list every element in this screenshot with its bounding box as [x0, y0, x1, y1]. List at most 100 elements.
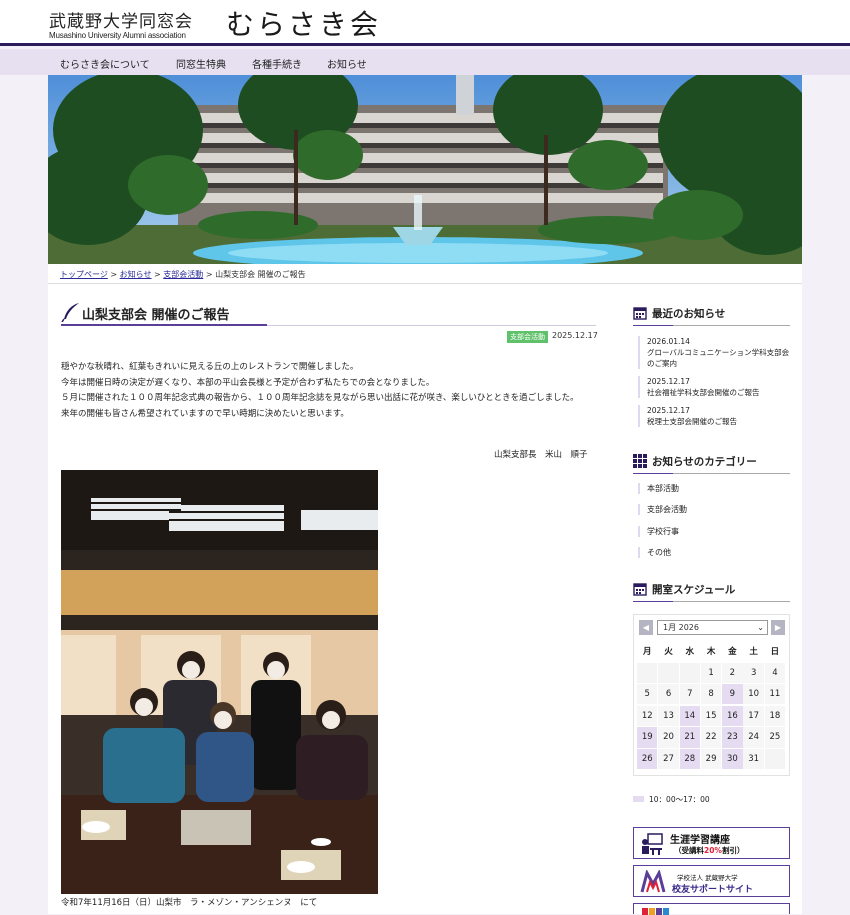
calendar-day: 29 — [700, 748, 722, 770]
article-paragraph: 穏やかな秋晴れ、紅葉もきれいに見える丘の上のレストランで開催しました。 — [61, 362, 359, 372]
calendar-open-day: 9 — [722, 684, 743, 705]
alumni-support-banner[interactable]: 学校法人 武蔵野大学 校友サポートサイト — [633, 865, 790, 897]
breadcrumb-news[interactable]: お知らせ — [120, 270, 152, 279]
nav-item-procedures[interactable]: 各種手続き — [252, 56, 302, 71]
article-paragraph: 今年は開催日時の決定が遅くなり、本部の平山会長様と予定が合わず私たちでの会となり… — [61, 377, 435, 388]
calendar-day: 11 — [764, 684, 786, 705]
hero-campus-image — [48, 75, 802, 264]
calendar-day: 31 — [743, 748, 764, 770]
calendar-empty-cell — [764, 748, 786, 770]
calendar-open-day: 16 — [722, 705, 743, 726]
calendar-day: 22 — [700, 727, 722, 748]
category-link-other[interactable]: その他 — [638, 547, 788, 558]
banner-title: 校友サポートサイト — [672, 885, 754, 895]
divider — [48, 283, 802, 284]
calendar-day: 18 — [764, 705, 786, 726]
calendar-weekday: 日 — [770, 647, 780, 658]
grid-icon — [633, 454, 647, 468]
calendar-weekday: 水 — [685, 647, 695, 658]
prev-month-button[interactable]: ◀ — [639, 620, 653, 635]
partial-banner[interactable] — [633, 903, 790, 915]
calendar-empty-cell — [658, 662, 679, 683]
calendar-week-row: 26 27 28 29 30 31 — [637, 748, 786, 771]
calendar-day: 12 — [637, 705, 658, 726]
calendar-weekday-row: 月 火 水木 金 土 日 — [637, 641, 786, 663]
photo-caption: 令和7年11月16日（日）山梨市 ラ・メゾン・アンシェンヌ にて — [61, 898, 318, 908]
schedule-calendar: ◀ 1月 2026 ⌄ ▶ 月火水木金土日 1 2 3 4 5 6 7 8 9 10 11 12 13 14… — [633, 614, 790, 776]
calendar-day: 13 — [658, 705, 679, 726]
schedule-heading: 開室スケジュール — [633, 580, 790, 602]
open-hours-legend: 10：00～17：00 — [649, 795, 710, 804]
category-badge[interactable]: 支部会活動 — [507, 331, 548, 343]
logo-kanji[interactable]: 武蔵野大学同窓会 — [49, 7, 193, 32]
calendar-day: 15 — [700, 705, 722, 726]
calendar-open-day: 30 — [722, 748, 743, 770]
schedule-title: 開室スケジュール — [652, 584, 736, 596]
logo-murasakikai[interactable]: むらさき会 — [226, 3, 381, 43]
banner-subtitle: （受講料20%割引） — [674, 846, 745, 855]
calendar-empty-cell — [637, 662, 658, 683]
calendar-open-day: 21 — [679, 727, 701, 748]
group-photo — [61, 470, 378, 894]
article-paragraph: ５月に開催された１００周年記念式典の報告から、１００周年記念誌を見ながら思い出話… — [61, 393, 579, 403]
calendar-day: 7 — [679, 684, 701, 705]
news-title[interactable]: グローバルコミュニケーション学科支部会のご案内 — [647, 347, 790, 369]
logo-english[interactable]: Musashino University Alumni association — [49, 31, 186, 40]
breadcrumb-separator: > — [154, 270, 161, 279]
open-day-legend-swatch — [633, 796, 644, 802]
article-body: 穏やかな秋晴れ、紅葉もきれいに見える丘の上のレストランで開催しました。 今年は開… — [61, 360, 596, 422]
calendar-icon — [633, 583, 647, 596]
calendar-day: 17 — [743, 705, 764, 726]
calendar-day: 27 — [658, 748, 679, 770]
category-title: お知らせのカテゴリー — [652, 456, 757, 468]
banner-title: 生涯学習講座 — [670, 835, 730, 846]
news-title[interactable]: 税理士支部会開催のご報告 — [647, 416, 790, 427]
lifelong-learning-banner[interactable]: 生涯学習講座 （受講料20%割引） — [633, 827, 790, 859]
article-signature: 山梨支部長 米山 順子 — [494, 450, 588, 460]
calendar-open-day: 19 — [637, 727, 658, 748]
calendar-empty-cell — [679, 662, 701, 683]
calendar-toolbar: ◀ 1月 2026 ⌄ ▶ — [637, 618, 786, 636]
content-area: トップページ > お知らせ > 支部会活動 > 山梨支部会 開催のご報告 山梨支… — [48, 264, 802, 915]
calendar-day: 3 — [743, 662, 764, 683]
heading-underline — [633, 325, 673, 326]
month-select-value: 1月 2026 — [663, 623, 699, 632]
breadcrumb-current: 山梨支部会 開催のご報告 — [215, 270, 306, 279]
next-month-button[interactable]: ▶ — [771, 620, 785, 635]
post-date: 2025.12.17 — [552, 331, 598, 340]
quill-icon — [61, 303, 79, 322]
news-item[interactable]: 2026.01.14 グローバルコミュニケーション学科支部会のご案内 — [638, 336, 790, 369]
calendar-open-day: 28 — [679, 748, 701, 770]
news-item[interactable]: 2025.12.17 社会福祉学科支部会開催のご報告 — [638, 376, 790, 398]
calendar-weekday: 土 — [749, 647, 758, 658]
global-nav: むらさき会について 同窓生特典 各種手続き お知らせ — [0, 49, 850, 75]
category-link-honbu[interactable]: 本部活動 — [638, 483, 788, 494]
breadcrumb-top[interactable]: トップページ — [60, 270, 108, 279]
calendar-icon — [633, 307, 647, 320]
nav-item-news[interactable]: お知らせ — [327, 56, 367, 71]
news-date: 2025.12.17 — [647, 377, 690, 386]
calendar-weekday: 木 — [706, 647, 716, 658]
calendar-day: 2 — [722, 662, 743, 683]
calendar-day: 8 — [700, 684, 722, 705]
nav-item-benefits[interactable]: 同窓生特典 — [176, 56, 226, 71]
calendar-day: 10 — [743, 684, 764, 705]
title-underline — [61, 324, 267, 326]
month-select[interactable]: 1月 2026 ⌄ — [657, 620, 768, 635]
calendar-day: 20 — [658, 727, 679, 748]
news-item[interactable]: 2025.12.17 税理士支部会開催のご報告 — [638, 405, 790, 427]
breadcrumb-category[interactable]: 支部会活動 — [163, 270, 203, 279]
category-link-shibu[interactable]: 支部会活動 — [638, 504, 788, 515]
calendar-grid: 月火水木金土日 1 2 3 4 5 6 7 8 9 10 11 12 13 14 15 16 17 18 19 20 21… — [637, 641, 786, 771]
nav-item-about[interactable]: むらさき会について — [60, 56, 150, 71]
breadcrumb-separator: > — [110, 270, 118, 279]
category-link-school-events[interactable]: 学校行事 — [638, 526, 788, 537]
article-header: 山梨支部会 開催のご報告 — [61, 302, 596, 326]
recent-news-title: 最近のお知らせ — [652, 308, 726, 320]
lecture-icon — [642, 833, 663, 855]
calendar-week-row: 19 20 21 22 23 24 25 — [637, 727, 786, 749]
calendar-week-row: 12 13 14 15 16 17 18 — [637, 705, 786, 728]
heading-underline — [633, 601, 673, 602]
news-title[interactable]: 社会福祉学科支部会開催のご報告 — [647, 387, 790, 398]
calendar-weekday: 金 — [728, 647, 737, 658]
